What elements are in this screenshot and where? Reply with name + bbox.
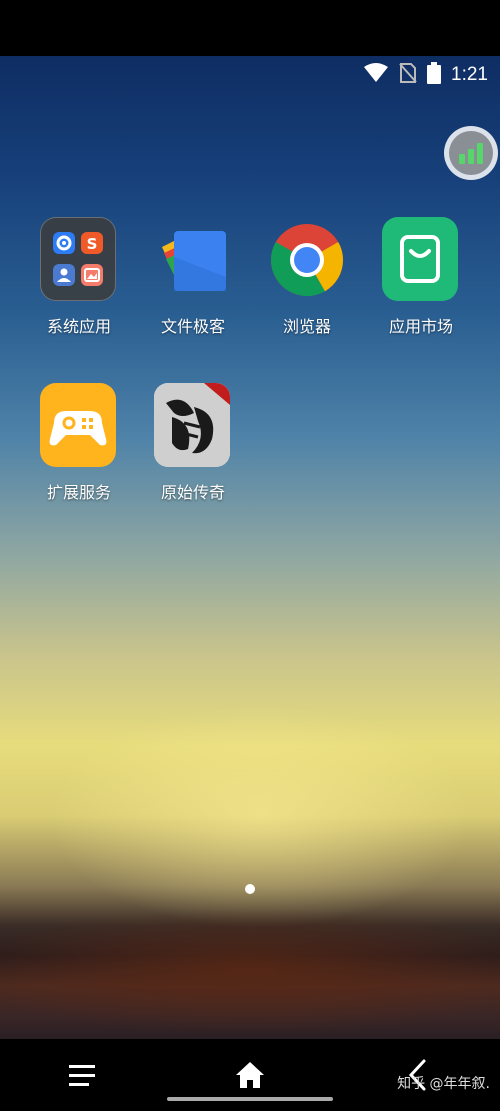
top-black-band bbox=[0, 0, 500, 56]
menu-button[interactable] bbox=[42, 1039, 122, 1111]
navigation-bar: 知乎 @年年叙. bbox=[0, 1039, 500, 1111]
app-system-apps[interactable]: S 系统应用 bbox=[24, 217, 134, 337]
page-indicator-dot bbox=[245, 884, 255, 894]
chrome-browser-icon bbox=[270, 224, 344, 297]
app-label: 浏览器 bbox=[282, 317, 331, 336]
menu-icon bbox=[69, 1065, 95, 1086]
app-files[interactable]: 文件极客 bbox=[138, 217, 248, 337]
no-sim-icon bbox=[399, 62, 417, 88]
floating-assistant-button[interactable] bbox=[444, 126, 498, 180]
app-label: 文件极客 bbox=[160, 317, 225, 336]
app-browser[interactable]: 浏览器 bbox=[252, 217, 362, 337]
app-market-icon bbox=[382, 217, 458, 301]
clock: 1:21 bbox=[451, 64, 488, 85]
app-game[interactable]: 原始传奇 bbox=[138, 383, 248, 503]
gamepad-icon bbox=[40, 383, 116, 467]
files-icon bbox=[162, 231, 226, 291]
app-extension-services[interactable]: 扩展服务 bbox=[24, 383, 134, 503]
signal-bars-icon bbox=[449, 131, 493, 175]
battery-icon bbox=[427, 62, 442, 88]
dragon-game-icon bbox=[154, 383, 230, 467]
app-label: 原始传奇 bbox=[160, 483, 225, 502]
wifi-icon bbox=[363, 63, 389, 87]
system-apps-folder-icon: S bbox=[40, 217, 116, 301]
app-market[interactable]: 应用市场 bbox=[366, 217, 476, 337]
watermark: 知乎 @年年叙. bbox=[397, 1076, 490, 1092]
app-label: 应用市场 bbox=[388, 317, 453, 336]
svg-text:S: S bbox=[87, 235, 98, 253]
app-label: 系统应用 bbox=[46, 317, 111, 336]
home-icon bbox=[236, 1062, 264, 1088]
app-label: 扩展服务 bbox=[46, 483, 111, 502]
status-bar: 1:21 bbox=[363, 58, 488, 92]
home-indicator-bar bbox=[167, 1097, 333, 1101]
